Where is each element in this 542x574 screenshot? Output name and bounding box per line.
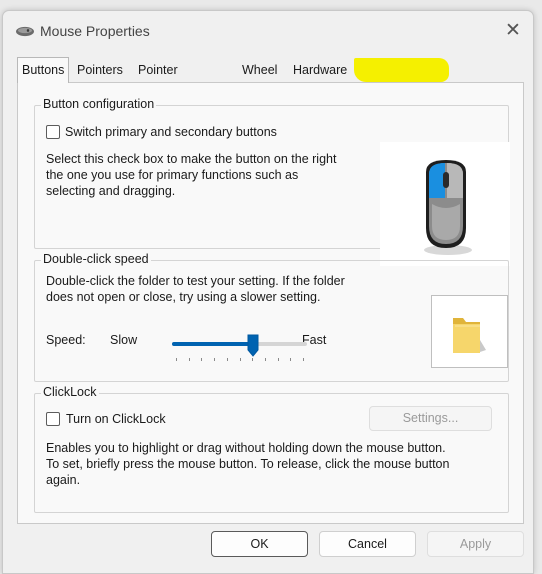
slider-tick <box>201 358 203 361</box>
cancel-button[interactable]: Cancel <box>319 531 416 557</box>
double-click-description-line-1: Double-click the folder to test your set… <box>46 274 345 288</box>
button-configuration-group: Button configuration Switch primary and … <box>34 97 510 266</box>
tab-pointer-options[interactable]: Pointer Options <box>134 60 185 98</box>
double-click-speed-slider[interactable] <box>172 342 307 346</box>
folder-icon <box>453 318 486 353</box>
tab-pointers[interactable]: Pointers <box>73 60 127 81</box>
ok-button[interactable]: OK <box>211 531 308 557</box>
clicklock-settings-button[interactable]: Settings... <box>369 406 492 431</box>
slider-fill <box>172 342 253 346</box>
clicklock-description-line-3: again. <box>46 473 81 487</box>
title-bar[interactable]: Mouse Properties ✕ <box>3 11 533 51</box>
close-icon: ✕ <box>505 20 521 41</box>
clicklock-label[interactable]: Turn on ClickLock <box>66 411 166 427</box>
slider-tick <box>264 358 266 361</box>
slider-tick <box>188 358 190 361</box>
buttons-tab-panel: Button configuration Switch primary and … <box>17 82 524 524</box>
slider-tick <box>290 358 292 361</box>
tab-wheel[interactable]: Wheel <box>238 60 281 81</box>
button-config-description-line-3: selecting and dragging. <box>46 184 176 198</box>
slider-thumb[interactable] <box>247 334 259 357</box>
highlight-mark <box>354 58 449 82</box>
test-folder-area[interactable] <box>431 295 508 368</box>
tab-buttons[interactable]: Buttons <box>17 57 70 83</box>
button-config-description-line-2: the one you use for primary functions su… <box>46 168 299 182</box>
mouse-illustration-graphic <box>424 160 472 255</box>
speed-label: Speed: <box>46 333 86 347</box>
button-configuration-title: Button configuration <box>41 97 157 111</box>
mouse-illustration <box>380 142 510 266</box>
slider-tick <box>176 358 177 361</box>
slider-tick <box>303 358 304 361</box>
slider-tick <box>252 358 254 361</box>
clicklock-title: ClickLock <box>41 385 99 399</box>
close-button[interactable]: ✕ <box>498 17 528 45</box>
button-config-description-line-1: Select this check box to make the button… <box>46 152 337 166</box>
double-click-description-line-2: does not open or close, try using a slow… <box>46 290 321 304</box>
slider-tick <box>239 358 241 361</box>
clicklock-checkbox[interactable] <box>46 412 60 426</box>
slider-tick <box>277 358 279 361</box>
mouse-icon <box>16 26 34 37</box>
clicklock-group: ClickLock Turn on ClickLock Settings... … <box>34 385 509 513</box>
window-title: Mouse Properties <box>40 23 150 39</box>
switch-buttons-label[interactable]: Switch primary and secondary buttons <box>65 124 277 140</box>
clicklock-description-line-1: Enables you to highlight or drag without… <box>46 441 446 455</box>
apply-button[interactable]: Apply <box>427 531 524 557</box>
double-click-speed-title: Double-click speed <box>41 252 151 266</box>
clicklock-description-line-2: To set, briefly press the mouse button. … <box>46 457 450 471</box>
slow-label: Slow <box>110 333 138 347</box>
mouse-properties-window: Mouse Properties ✕ Buttons Pointers Poin… <box>2 10 534 574</box>
double-click-speed-group: Double-click speed Double-click the fold… <box>34 252 509 382</box>
slider-tick <box>214 358 216 361</box>
switch-buttons-checkbox[interactable] <box>46 125 60 139</box>
tab-hardware[interactable]: Hardware <box>289 60 351 81</box>
slider-tick <box>226 358 228 361</box>
